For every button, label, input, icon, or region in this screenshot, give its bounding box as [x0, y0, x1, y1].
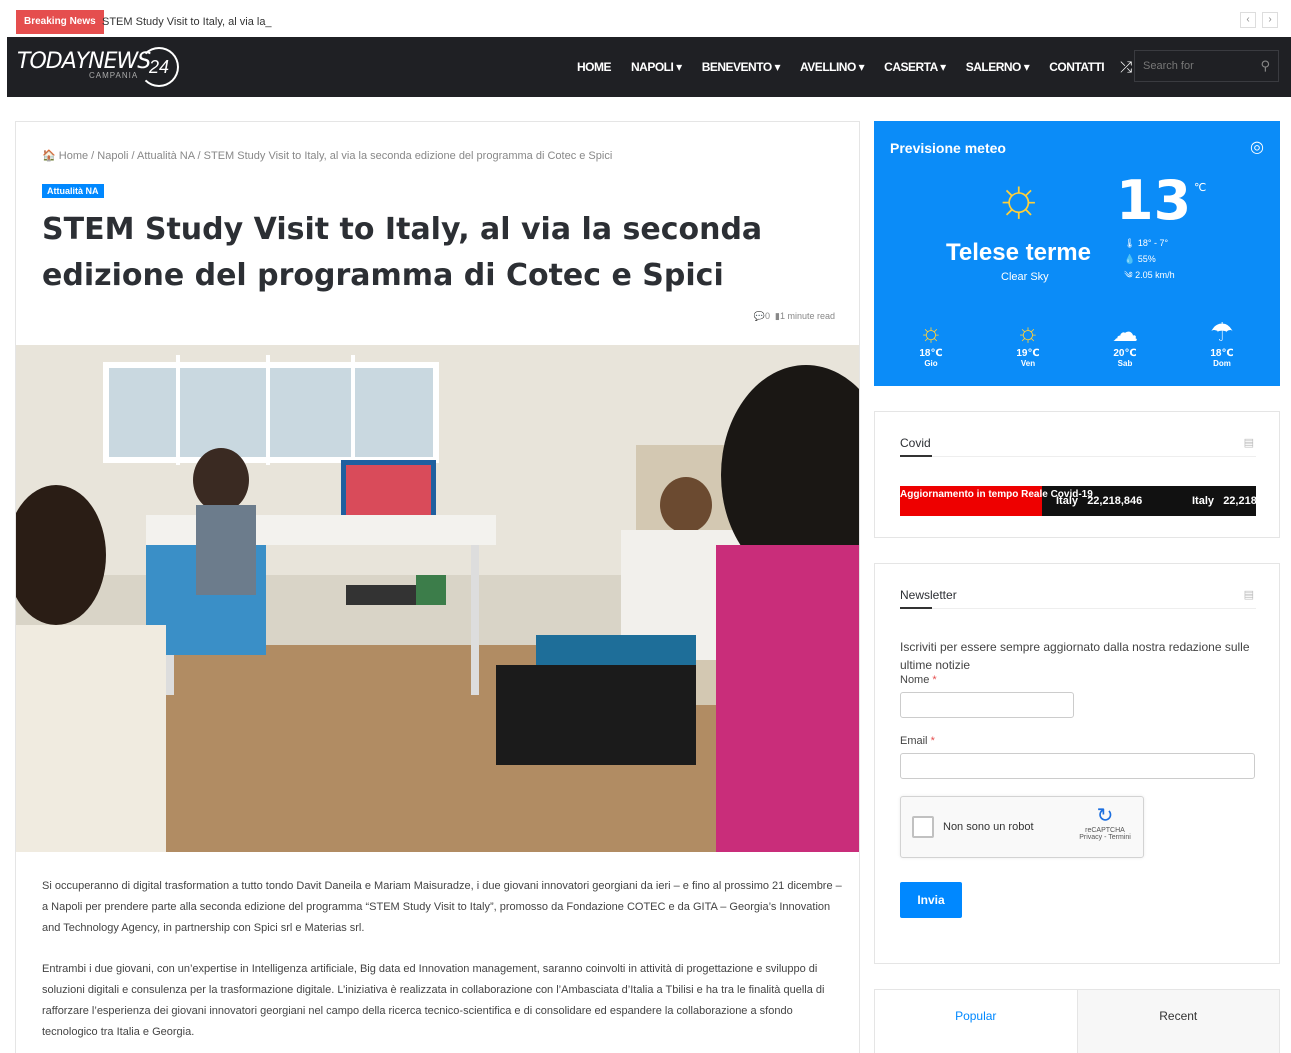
humidity: 💧 55% [1124, 254, 1156, 264]
forecast-day-label: Dom [1213, 359, 1231, 368]
weather-description: Clear Sky [1001, 271, 1049, 283]
read-time: 1 minute read [779, 311, 835, 321]
search-placeholder: Search for [1143, 60, 1194, 72]
forecast-day-label: Sab [1117, 359, 1133, 368]
covid-entry: Italy 22,218 [1192, 495, 1256, 507]
recaptcha: Non sono un robot ↻ reCAPTCHA Privacy - … [900, 796, 1144, 858]
temp-range: 🌡 18° - 7° [1124, 238, 1169, 248]
sun-icon: ☼ [1016, 317, 1040, 347]
random-shuffle-icon[interactable]: ⤮ [1120, 59, 1132, 76]
cloud-icon: ☁ [1112, 317, 1138, 347]
forecast-day-label: Gio [924, 359, 938, 368]
name-label-text: Nome [900, 674, 930, 686]
widget-divider [900, 607, 1256, 609]
document-icon: ▤ [1243, 437, 1254, 449]
weather-temperature: 13 [1116, 169, 1192, 232]
article-container: 🏠 Home / Napoli / Attualità NA / STEM St… [15, 121, 860, 1053]
breadcrumb[interactable]: 🏠 Home / Napoli / Attualità NA / STEM St… [42, 149, 612, 162]
name-field[interactable] [900, 692, 1074, 718]
sun-icon: ☼ [919, 317, 943, 347]
forecast-day: ☂ 18℃ Dom [1192, 317, 1252, 368]
prev-arrow-icon[interactable]: ‹ [1240, 12, 1256, 28]
recaptcha-brand: reCAPTCHA [1085, 827, 1125, 834]
nav-contatti[interactable]: CONTATTI [1049, 60, 1104, 74]
temperature-unit: ℃ [1194, 182, 1207, 194]
forecast-temp: 20℃ [1113, 348, 1137, 359]
location-icon[interactable]: ◎ [1250, 137, 1264, 157]
breaking-news-bar: Breaking News STEM Study Visit to Italy,… [0, 0, 1291, 38]
covid-widget: Covid ▤ Aggiornamento in tempo Reale Cov… [874, 411, 1280, 538]
tab-popular[interactable]: Popular [875, 990, 1078, 1053]
forecast-day: ☁ 20℃ Sab [1095, 317, 1155, 368]
covid-country: Italy [1056, 495, 1079, 507]
widget-title: Newsletter [900, 588, 957, 602]
search-icon[interactable]: ⚲ [1260, 58, 1270, 74]
weather-stats: 🌡 18° - 7° 💧 55% ༄ 2.05 km/h [1124, 235, 1175, 283]
nav-caserta[interactable]: CASERTA ▾ [884, 60, 946, 74]
forecast-temp: 19℃ [1016, 348, 1040, 359]
comments-count[interactable]: 0 [765, 311, 770, 321]
covid-country: Italy [1192, 495, 1215, 507]
article-title: STEM Study Visit to Italy, al via la sec… [42, 212, 763, 293]
widget-divider [900, 455, 1256, 457]
email-label-text: Email [900, 735, 928, 747]
forecast-temp: 18℃ [1210, 348, 1234, 359]
submit-button[interactable]: Invia [900, 882, 962, 918]
breaking-news-link[interactable]: STEM Study Visit to Italy, al via la_ [102, 10, 272, 34]
required-marker: * [932, 674, 937, 686]
article-paragraph-1: Si occuperanno di digital trasformation … [42, 880, 842, 934]
next-arrow-icon[interactable]: › [1262, 12, 1278, 28]
covid-entry: Italy 22,218,846 [1056, 495, 1142, 507]
recaptcha-links[interactable]: Privacy - Termini [1075, 834, 1135, 841]
recaptcha-logo: ↻ reCAPTCHA Privacy - Termini [1075, 805, 1135, 841]
weather-city: Telese terme [946, 239, 1091, 266]
name-label: Nome * [900, 674, 937, 686]
logo-badge: 24 [139, 47, 179, 87]
covid-count: 22,218,846 [1087, 495, 1143, 507]
widget-title: Covid [900, 436, 931, 450]
forecast-day: ☼ 18℃ Gio [901, 317, 961, 368]
article-featured-image [16, 345, 859, 852]
required-marker: * [930, 735, 935, 747]
article-meta: 💬0 ▮1 minute read [754, 311, 835, 322]
weather-widget: Previsione meteo ◎ ☼ 13 ℃ Telese terme C… [874, 121, 1280, 386]
forecast-temp: 18℃ [919, 348, 943, 359]
weather-title: Previsione meteo [890, 140, 1006, 156]
sun-icon: ☼ [994, 167, 1044, 227]
email-label: Email * [900, 735, 935, 747]
nav-benevento[interactable]: BENEVENTO ▾ [702, 60, 781, 74]
search-input[interactable]: Search for ⚲ [1134, 50, 1279, 82]
posts-tabs: Popular Recent [874, 989, 1280, 1053]
tab-recent[interactable]: Recent [1077, 990, 1279, 1053]
breaking-news-label: Breaking News [16, 10, 104, 34]
rain-cloud-icon: ☂ [1210, 317, 1234, 347]
nav-avellino[interactable]: AVELLINO ▾ [800, 60, 865, 74]
captcha-text: Non sono un robot [943, 821, 1034, 833]
nav-home[interactable]: HOME [577, 60, 612, 74]
document-icon: ▤ [1243, 589, 1254, 601]
email-field[interactable] [900, 753, 1255, 779]
wind-speed: ༄ 2.05 km/h [1124, 270, 1175, 280]
newsletter-description: Iscriviti per essere sempre aggiornato d… [900, 640, 1250, 672]
logo-subtitle: CAMPANIA [89, 71, 139, 80]
newsletter-widget: Newsletter ▤ Iscriviti per essere sempre… [874, 563, 1280, 964]
article-paragraph-2: Entrambi i due giovani, con un’expertise… [42, 963, 825, 1038]
covid-ticker: Aggiornamento in tempo Reale Covid-19 It… [900, 486, 1256, 516]
captcha-checkbox[interactable] [912, 816, 934, 838]
nav-salerno[interactable]: SALERNO ▾ [966, 60, 1030, 74]
category-badge[interactable]: Attualità NA [42, 184, 104, 198]
main-navigation: TODAYNEWS CAMPANIA 24 HOME NAPOLI ▾ BENE… [7, 37, 1291, 97]
nav-napoli[interactable]: NAPOLI ▾ [631, 60, 682, 74]
comments-icon: 💬 [753, 311, 765, 321]
forecast-day: ☼ 19℃ Ven [998, 317, 1058, 368]
recaptcha-icon: ↻ [1096, 805, 1114, 827]
nav-menu: HOME NAPOLI ▾ BENEVENTO ▾ AVELLINO ▾ CAS… [567, 37, 1164, 97]
forecast-day-label: Ven [1020, 359, 1036, 368]
covid-count: 22,218 [1223, 495, 1256, 507]
covid-label: Aggiornamento in tempo Reale Covid-19 [900, 486, 1093, 516]
